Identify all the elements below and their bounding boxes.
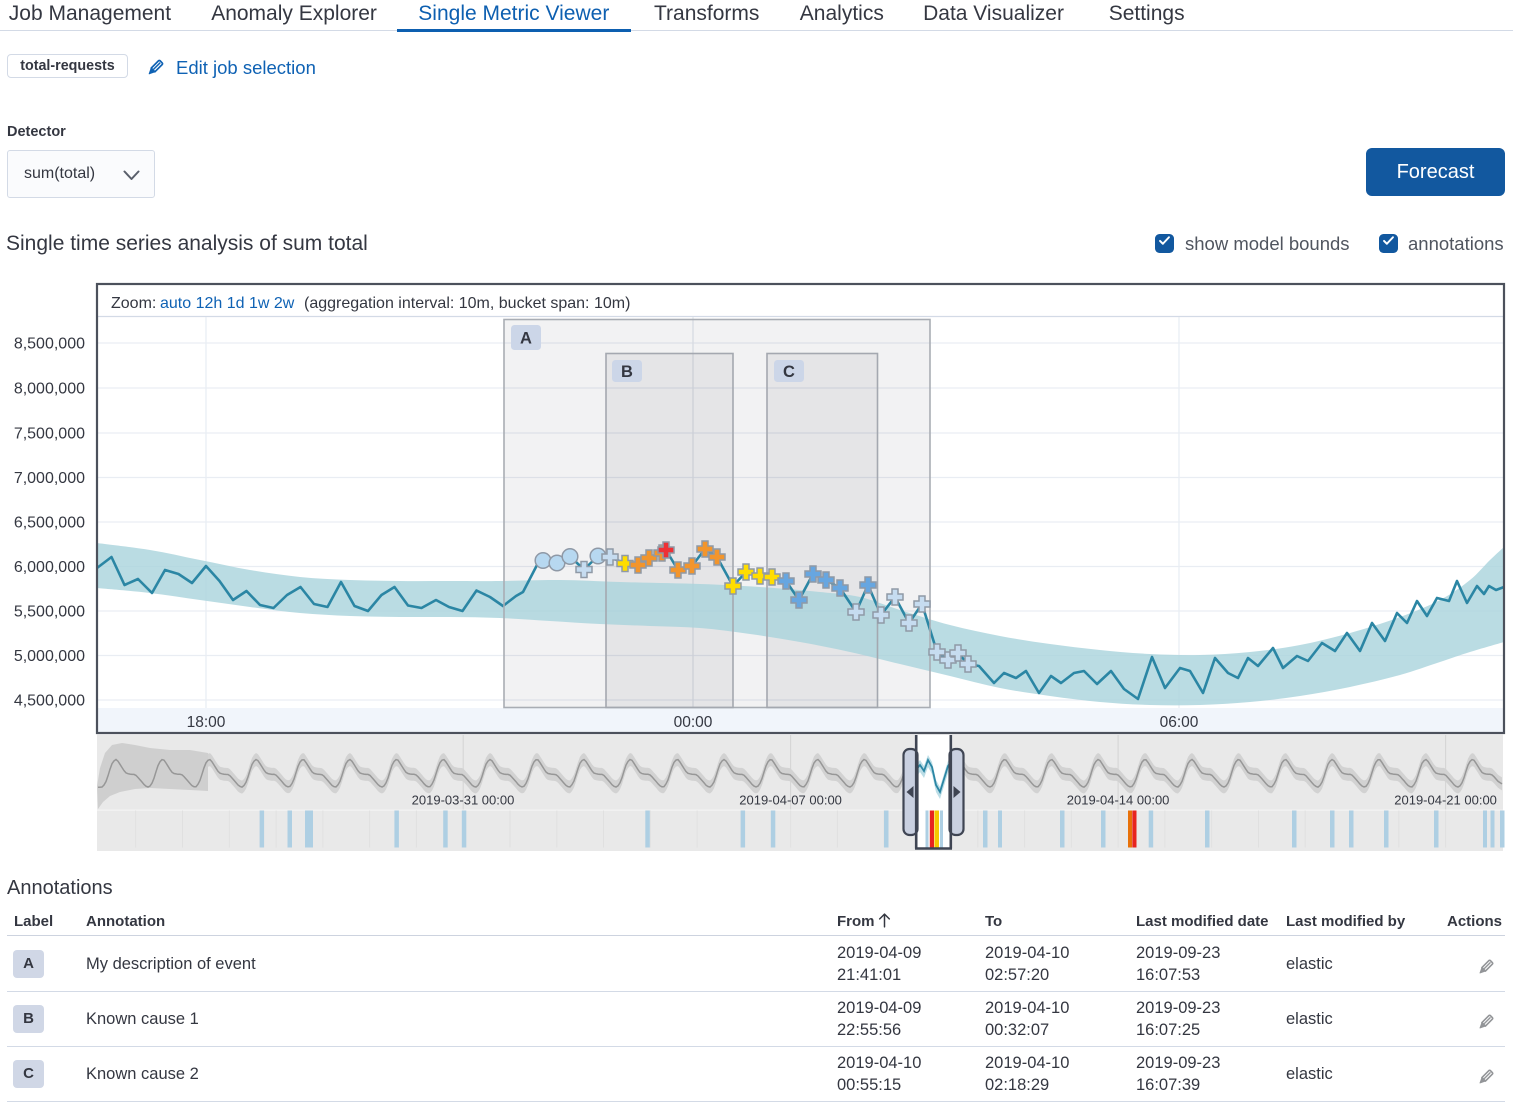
- svg-text:2019-04-07 00:00: 2019-04-07 00:00: [739, 793, 842, 808]
- svg-text:7,000,000: 7,000,000: [14, 470, 85, 487]
- svg-text:Zoom:: Zoom:: [111, 295, 156, 312]
- svg-text:auto 12h 1d 1w 2w: auto 12h 1d 1w 2w: [160, 295, 295, 312]
- svg-text:18:00: 18:00: [187, 714, 226, 731]
- svg-text:8,500,000: 8,500,000: [14, 336, 85, 353]
- svg-text:B: B: [621, 363, 633, 381]
- svg-text:2019-04-21 00:00: 2019-04-21 00:00: [1394, 793, 1497, 808]
- svg-text:6,500,000: 6,500,000: [14, 515, 85, 532]
- svg-text:4,500,000: 4,500,000: [14, 693, 85, 710]
- svg-text:(aggregation interval: 10m, bu: (aggregation interval: 10m, bucket span:…: [304, 295, 630, 312]
- svg-text:5,000,000: 5,000,000: [14, 648, 85, 665]
- svg-text:5,500,000: 5,500,000: [14, 604, 85, 621]
- svg-text:2019-04-14 00:00: 2019-04-14 00:00: [1067, 793, 1170, 808]
- svg-text:7,500,000: 7,500,000: [14, 426, 85, 443]
- svg-text:00:00: 00:00: [674, 714, 713, 731]
- svg-text:6,000,000: 6,000,000: [14, 559, 85, 576]
- svg-text:06:00: 06:00: [1160, 714, 1199, 731]
- svg-text:A: A: [520, 330, 532, 348]
- svg-text:8,000,000: 8,000,000: [14, 381, 85, 398]
- svg-text:2019-03-31 00:00: 2019-03-31 00:00: [412, 793, 515, 808]
- svg-text:C: C: [783, 363, 795, 381]
